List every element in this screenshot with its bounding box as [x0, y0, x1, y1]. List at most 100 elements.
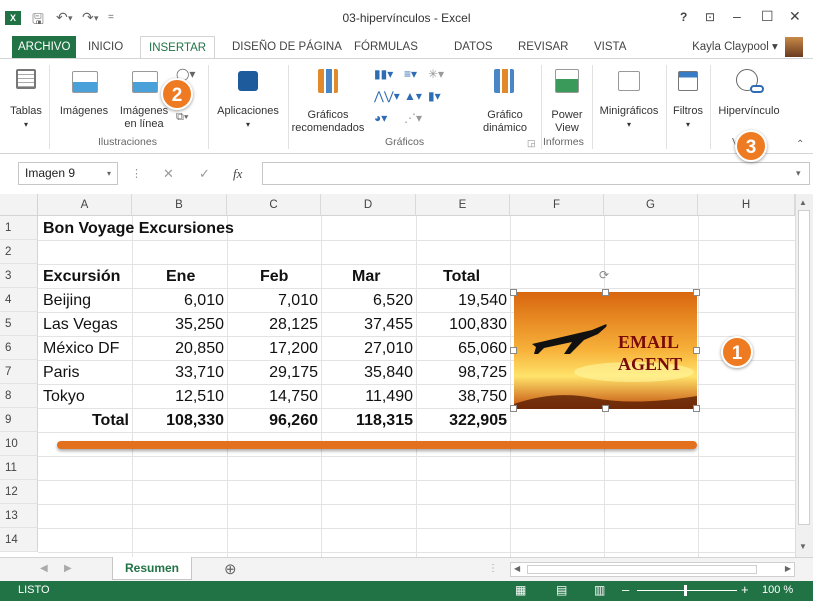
scroll-left-icon[interactable]: ◀	[514, 564, 520, 573]
radar-chart-button[interactable]: ✳▾	[428, 67, 444, 81]
new-sheet-icon[interactable]: ⊕	[224, 560, 237, 578]
resize-handle[interactable]	[602, 405, 609, 412]
prev-sheet-icon[interactable]: ◀	[40, 563, 48, 574]
scroll-down-icon[interactable]: ▼	[799, 542, 807, 551]
table-cell[interactable]: Beijing	[43, 292, 91, 310]
total-cell[interactable]: 108,330	[132, 412, 224, 430]
resize-handle[interactable]	[602, 289, 609, 296]
row-header-10[interactable]: 10	[0, 432, 38, 456]
row-header-7[interactable]: 7	[0, 360, 38, 384]
row-header-11[interactable]: 11	[0, 456, 38, 480]
table-cell[interactable]: 27,010	[321, 340, 413, 358]
pie-chart-button[interactable]: ◕▾	[374, 111, 387, 125]
worksheet-grid[interactable]: A B C D E F G H 1 2 3 4 5 6 7 8 9 10 11 …	[0, 194, 813, 557]
column-header-h[interactable]: H	[698, 194, 795, 216]
row-header-3[interactable]: 3	[0, 264, 38, 288]
zoom-slider-thumb[interactable]	[684, 585, 687, 596]
tab-split-icon[interactable]: ⋮	[488, 563, 498, 574]
column-header-c[interactable]: C	[227, 194, 321, 216]
imagenes-button[interactable]: Imágenes	[56, 65, 112, 131]
zoom-level[interactable]: 100 %	[762, 584, 793, 596]
row-header-6[interactable]: 6	[0, 336, 38, 360]
header-total[interactable]: Total	[443, 268, 480, 286]
tab-datos[interactable]: DATOS	[446, 36, 501, 58]
tab-formulas[interactable]: FÓRMULAS	[346, 36, 426, 58]
enter-icon[interactable]: ✓	[199, 166, 210, 182]
column-header-d[interactable]: D	[321, 194, 416, 216]
row-header-8[interactable]: 8	[0, 384, 38, 408]
next-sheet-icon[interactable]: ▶	[64, 563, 72, 574]
formula-input[interactable]	[262, 162, 810, 185]
table-cell[interactable]: 20,850	[132, 340, 224, 358]
tablas-button[interactable]: Tablas ▾	[6, 65, 46, 131]
graficos-recomendados-button[interactable]: Gráficos recomendados	[290, 65, 366, 134]
header-ene[interactable]: Ene	[166, 268, 195, 286]
table-cell[interactable]: Tokyo	[43, 388, 85, 406]
table-cell[interactable]: 37,455	[321, 316, 413, 334]
zoom-out-icon[interactable]: –	[622, 582, 629, 597]
scatter-chart-button[interactable]: ⋰▾	[404, 111, 422, 125]
table-cell[interactable]: 35,250	[132, 316, 224, 334]
tab-vista[interactable]: VISTA	[586, 36, 634, 58]
grafico-dinamico-button[interactable]: Gráfico dinámico	[470, 65, 540, 134]
tab-inicio[interactable]: INICIO	[80, 36, 131, 58]
column-header-a[interactable]: A	[38, 194, 132, 216]
close-icon[interactable]: ✕	[789, 8, 801, 25]
table-cell[interactable]: 38,750	[416, 388, 507, 406]
table-cell[interactable]: 33,710	[132, 364, 224, 382]
header-excursion[interactable]: Excursión	[43, 268, 120, 286]
table-cell[interactable]: 98,725	[416, 364, 507, 382]
row-header-9[interactable]: 9	[0, 408, 38, 432]
line-chart-button[interactable]: ⋀⋁▾	[374, 89, 400, 103]
column-header-g[interactable]: G	[604, 194, 698, 216]
vertical-scrollbar[interactable]: ▲ ▼	[795, 194, 813, 557]
table-cell[interactable]: 28,125	[227, 316, 318, 334]
page-layout-icon[interactable]: ▤	[556, 583, 567, 597]
table-cell[interactable]: 12,510	[132, 388, 224, 406]
sheet-title[interactable]: Bon Voyage Excursiones	[43, 220, 234, 238]
minimize-icon[interactable]: –	[733, 8, 741, 24]
cancel-icon[interactable]: ✕	[163, 166, 174, 182]
aplicaciones-button[interactable]: Aplicaciones ▾	[212, 65, 284, 131]
bar-chart-button[interactable]: ≡▾	[404, 67, 417, 81]
scroll-up-icon[interactable]: ▲	[799, 198, 807, 207]
minigraficos-button[interactable]: Minigráficos ▾	[594, 65, 664, 131]
expand-formula-icon[interactable]: ▾	[796, 168, 801, 179]
insert-function-icon[interactable]: fx	[233, 166, 242, 182]
header-feb[interactable]: Feb	[260, 268, 288, 286]
row-header-13[interactable]: 13	[0, 504, 38, 528]
totals-label[interactable]: Total	[38, 412, 129, 430]
resize-handle[interactable]	[510, 405, 517, 412]
table-cell[interactable]: México DF	[43, 340, 119, 358]
row-header-5[interactable]: 5	[0, 312, 38, 336]
table-cell[interactable]: 65,060	[416, 340, 507, 358]
table-cell[interactable]: 100,830	[416, 316, 507, 334]
table-cell[interactable]: 6,010	[132, 292, 224, 310]
stock-chart-button[interactable]: ▮▾	[428, 89, 441, 103]
horizontal-scrollbar[interactable]: ◀ ▶	[510, 562, 795, 577]
resize-handle[interactable]	[693, 347, 700, 354]
tab-insertar[interactable]: INSERTAR	[140, 36, 216, 59]
table-cell[interactable]: 14,750	[227, 388, 318, 406]
page-break-icon[interactable]: ▥	[594, 583, 605, 597]
column-header-e[interactable]: E	[416, 194, 510, 216]
table-cell[interactable]: 19,540	[416, 292, 507, 310]
table-cell[interactable]: 6,520	[321, 292, 413, 310]
header-mar[interactable]: Mar	[352, 268, 380, 286]
power-view-button[interactable]: Power View	[544, 65, 590, 134]
table-cell[interactable]: 35,840	[321, 364, 413, 382]
table-cell[interactable]: 11,490	[321, 388, 413, 406]
hipervinculo-button[interactable]: Hipervínculo	[712, 65, 786, 131]
row-header-4[interactable]: 4	[0, 288, 38, 312]
total-cell[interactable]: 322,905	[416, 412, 507, 430]
sheet-tab-resumen[interactable]: Resumen	[112, 557, 192, 580]
column-chart-button[interactable]: ▮▮▾	[374, 67, 393, 81]
smartart-button[interactable]: ⧉▾	[176, 111, 202, 129]
table-cell[interactable]: 17,200	[227, 340, 318, 358]
tab-diseno-pagina[interactable]: DISEÑO DE PÁGINA	[224, 36, 350, 58]
zoom-in-icon[interactable]: +	[741, 582, 749, 597]
email-agent-image[interactable]: EMAIL AGENT	[514, 292, 697, 409]
resize-handle[interactable]	[510, 289, 517, 296]
filtros-button[interactable]: Filtros ▾	[668, 65, 708, 131]
column-header-b[interactable]: B	[132, 194, 227, 216]
